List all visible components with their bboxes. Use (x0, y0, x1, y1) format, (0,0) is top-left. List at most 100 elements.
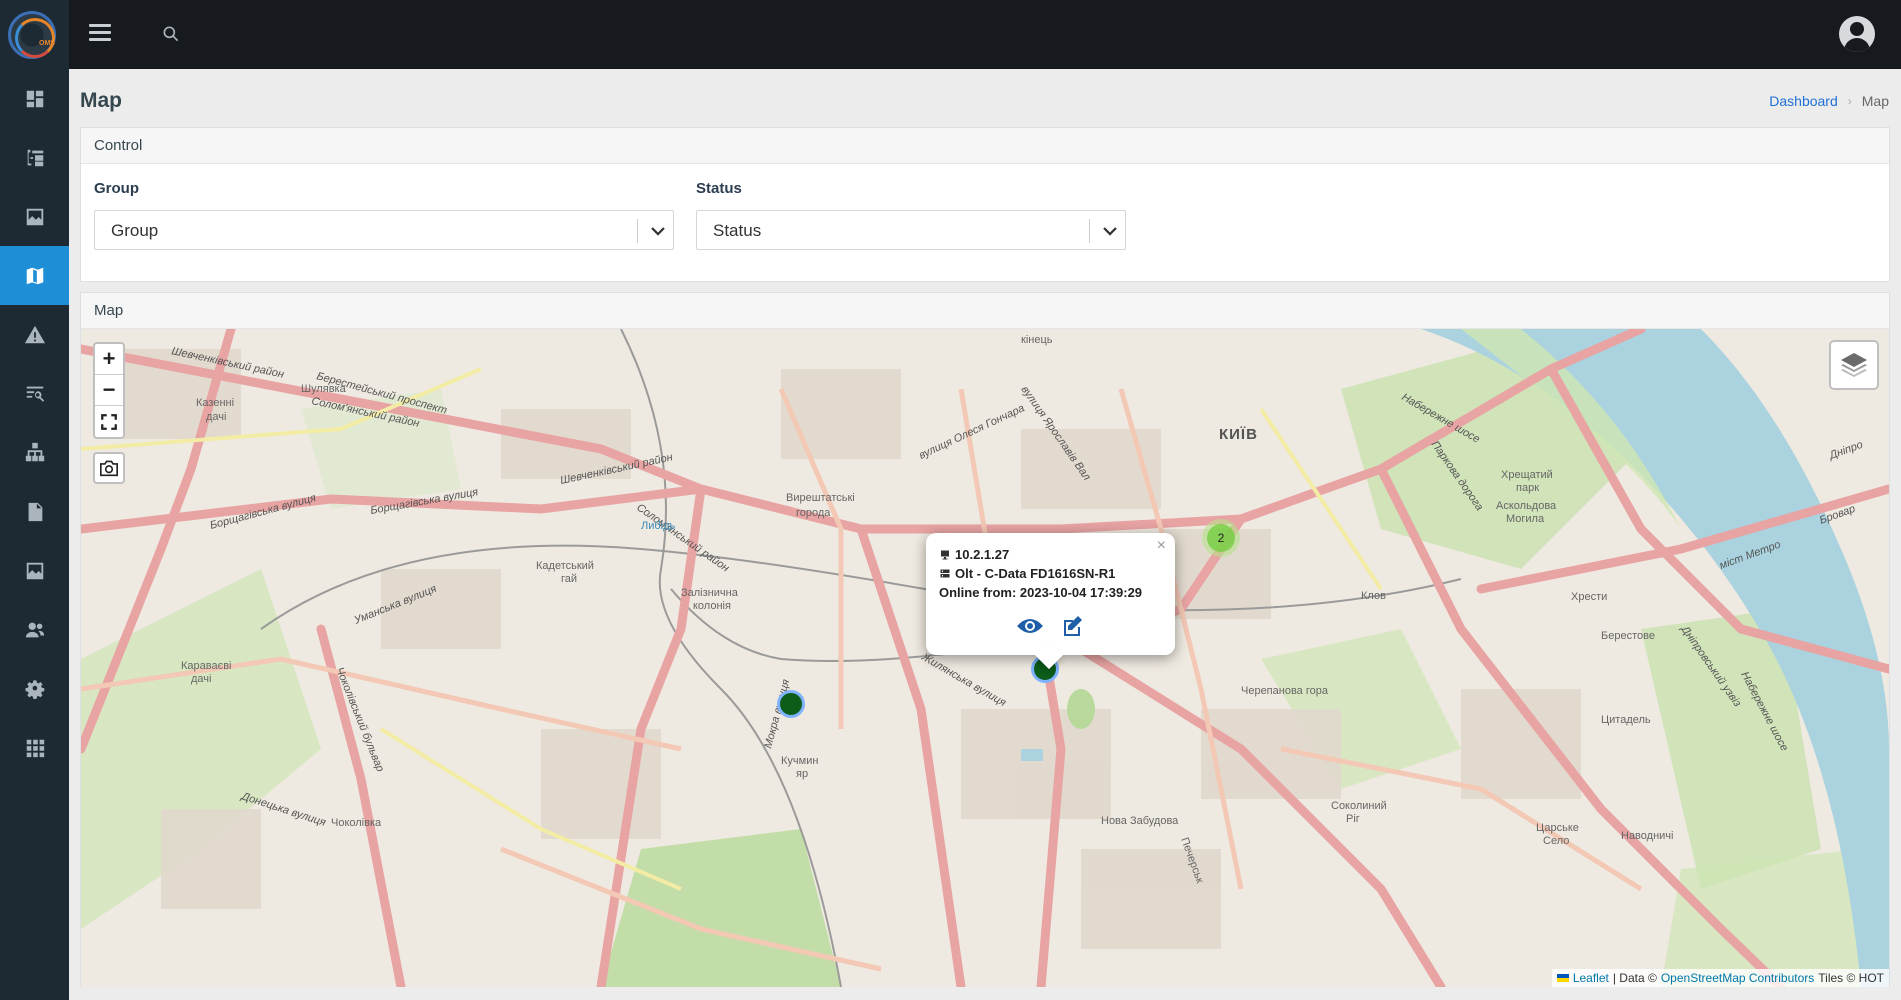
sidebar-item-users[interactable] (0, 600, 69, 659)
svg-text:Хрести: Хрести (1571, 591, 1607, 603)
network-icon (25, 442, 44, 461)
gallery-icon (26, 562, 43, 579)
svg-text:Кадетський: Кадетський (536, 560, 594, 572)
popup-ip-row: 10.2.1.27 (939, 545, 1163, 564)
group-select-value: Group (111, 221, 159, 240)
svg-text:Казенні: Казенні (196, 397, 234, 409)
alert-triangle-icon (24, 325, 45, 343)
svg-text:дачі: дачі (191, 673, 211, 685)
sidebar-item-apps[interactable] (0, 718, 69, 777)
fullscreen-button[interactable] (95, 406, 123, 437)
svg-text:Село: Село (1543, 835, 1569, 847)
status-label: Status (696, 180, 742, 197)
svg-text:кінець: кінець (1021, 334, 1053, 346)
sidebar-item-gallery[interactable] (0, 541, 69, 600)
sidebar-item-map[interactable] (0, 246, 69, 305)
status-select-value: Status (713, 221, 762, 240)
chevron-down-icon[interactable] (649, 222, 667, 240)
svg-text:Вирештатські: Вирештатські (786, 492, 855, 504)
breadcrumb: Dashboard › Map (1769, 93, 1889, 109)
screenshot-button[interactable] (93, 452, 125, 484)
server-icon (940, 569, 950, 577)
sidebar: OMS (0, 0, 69, 1000)
leaflet-link[interactable]: Leaflet (1573, 971, 1609, 985)
top-bar (69, 0, 1901, 69)
svg-text:КИЇВ: КИЇВ (1219, 426, 1258, 443)
device-marker[interactable] (777, 690, 805, 718)
sidebar-item-logs[interactable] (0, 364, 69, 423)
sidebar-item-alerts[interactable] (0, 305, 69, 364)
map-card-title: Map (81, 293, 1889, 329)
svg-text:Либідь: Либідь (641, 520, 676, 532)
layers-button[interactable] (1829, 340, 1879, 390)
svg-text:Клов: Клов (1361, 590, 1386, 602)
edit-icon[interactable] (1058, 614, 1086, 638)
status-select[interactable]: Status (696, 210, 1126, 250)
svg-text:Кучмин: Кучмин (781, 755, 818, 767)
svg-text:парк: парк (1516, 482, 1539, 494)
sidebar-item-documents[interactable] (0, 482, 69, 541)
control-card: Control Group Group Status Status (80, 127, 1890, 282)
search-icon[interactable] (161, 24, 181, 44)
device-icon (941, 550, 949, 559)
svg-text:Ріг: Ріг (1346, 813, 1360, 825)
attribution-data: | Data © (1612, 971, 1657, 985)
svg-text:города: города (796, 507, 831, 519)
image-chart-icon (26, 208, 43, 225)
sidebar-item-charts[interactable] (0, 187, 69, 246)
popup-device-row: Olt - C-Data FD1616SN-R1 (939, 564, 1163, 583)
popup-close-button[interactable]: × (1157, 537, 1166, 555)
user-avatar[interactable] (1839, 16, 1875, 52)
svg-text:колонія: колонія (693, 600, 731, 612)
document-icon (28, 502, 42, 521)
cluster-count: 2 (1207, 524, 1235, 552)
search-log-icon (26, 386, 44, 402)
svg-text:дачі: дачі (206, 411, 226, 423)
svg-text:Нова Забудова: Нова Забудова (1101, 815, 1179, 827)
control-card-title: Control (81, 128, 1889, 164)
svg-text:Царське: Царське (1536, 822, 1579, 834)
sidebar-item-tree[interactable] (0, 128, 69, 187)
map-card: Map Шевченківський район Солом'янський р… (80, 292, 1890, 987)
menu-toggle-icon[interactable] (89, 24, 111, 44)
attribution-tiles: Tiles © HOT (1818, 971, 1884, 985)
svg-text:Чоколівка: Чоколівка (331, 817, 382, 829)
breadcrumb-separator-icon: › (1847, 94, 1852, 108)
breadcrumb-dashboard-link[interactable]: Dashboard (1769, 93, 1838, 109)
svg-text:Аскольдова: Аскольдова (1496, 500, 1557, 512)
chevron-down-icon[interactable] (1101, 222, 1119, 240)
svg-text:Шулявка: Шулявка (301, 383, 347, 395)
fullscreen-icon (101, 413, 117, 430)
svg-text:Наводничі: Наводничі (1621, 830, 1673, 842)
page-title: Map (80, 89, 122, 112)
sidebar-item-dashboard[interactable] (0, 69, 69, 128)
tree-list-icon (27, 149, 43, 166)
device-popup: × 10.2.1.27 Olt - C-Data FD1616SN-R1 Onl… (926, 533, 1175, 655)
svg-text:яр: яр (796, 768, 808, 780)
settings-icon (25, 679, 44, 699)
breadcrumb-current: Map (1861, 93, 1889, 109)
apps-grid-icon (26, 739, 44, 757)
dashboard-icon (26, 90, 43, 107)
camera-icon (100, 460, 118, 477)
marker-cluster[interactable]: 2 (1202, 519, 1240, 557)
svg-text:Караваєві: Караваєві (181, 660, 232, 672)
svg-text:Цитадель: Цитадель (1601, 714, 1651, 726)
app-logo[interactable]: OMS (8, 11, 56, 59)
svg-text:гай: гай (561, 573, 577, 585)
map-canvas[interactable]: Шевченківський район Солом'янський район… (81, 329, 1889, 987)
zoom-out-button[interactable]: − (95, 375, 123, 406)
popup-online: Online from: 2023-10-04 17:39:29 (939, 585, 1143, 600)
sidebar-item-settings[interactable] (0, 659, 69, 718)
view-eye-icon[interactable] (1016, 614, 1044, 638)
svg-text:Черепанова гора: Черепанова гора (1241, 685, 1329, 697)
ukraine-flag-icon (1556, 974, 1569, 982)
svg-text:Залізнична: Залізнична (681, 587, 739, 599)
sidebar-item-network[interactable] (0, 423, 69, 482)
layers-icon (1841, 353, 1867, 377)
svg-text:Хрещатий: Хрещатий (1501, 469, 1553, 481)
group-select[interactable]: Group (94, 210, 674, 250)
osm-link[interactable]: OpenStreetMap Contributors (1661, 971, 1814, 985)
map-attribution: Leaflet | Data © OpenStreetMap Contribut… (1551, 969, 1889, 987)
zoom-in-button[interactable]: + (95, 344, 123, 375)
